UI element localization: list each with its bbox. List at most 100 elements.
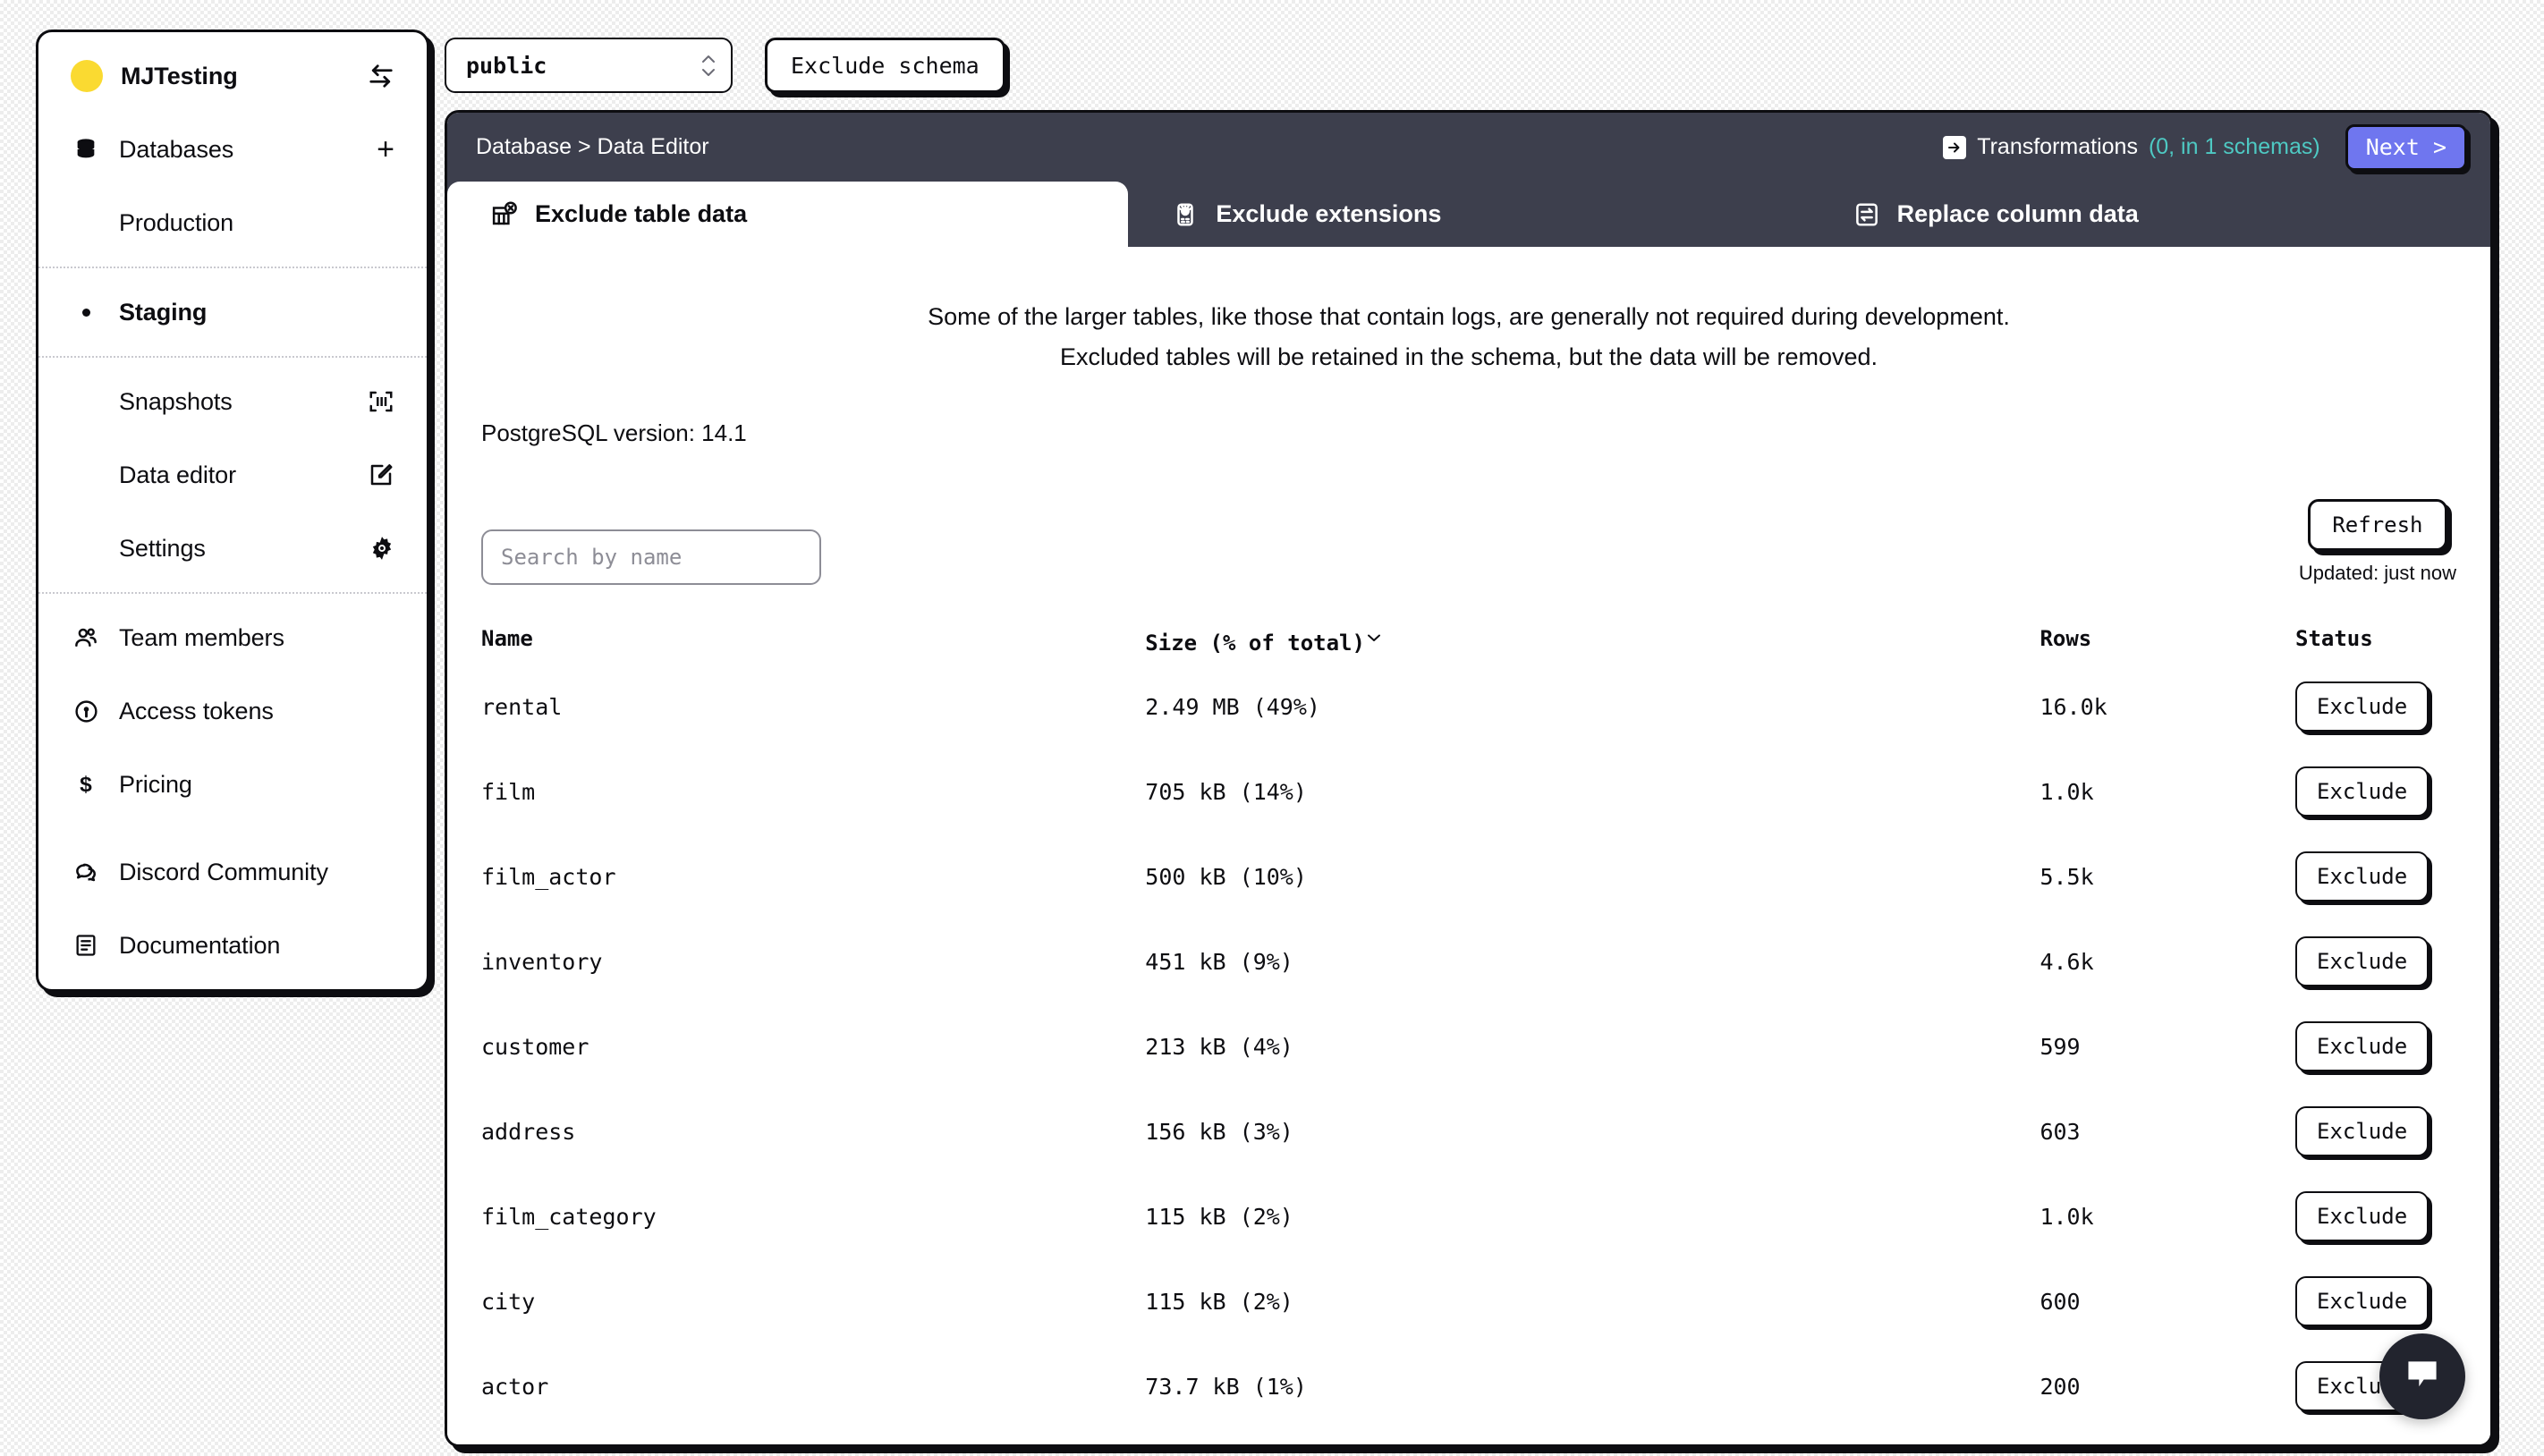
- users-icon: [71, 622, 101, 653]
- sidebar-item-label-settings: Settings: [119, 534, 206, 562]
- sidebar-item-label-team-members: Team members: [119, 623, 284, 651]
- key-circle-icon: [71, 696, 101, 726]
- top-toolbar: public Exclude schema: [445, 38, 1005, 93]
- column-header-status: Status: [2295, 626, 2373, 652]
- swap-icon: [1853, 200, 1881, 229]
- tables-list-head: Name Size (% of total) Rows Status: [481, 622, 2456, 665]
- chevron-updown-icon: [700, 55, 717, 77]
- cell-table-size: 2.49 MB (49%): [1145, 693, 1320, 720]
- sidebar-item-documentation[interactable]: Documentation: [38, 909, 427, 982]
- sidebar-item-label-staging: Staging: [119, 298, 208, 326]
- schema-select[interactable]: public: [445, 38, 733, 93]
- table-row: film_category 115 kB (2%) 1.0k Exclude: [481, 1174, 2456, 1259]
- main-panel: Database > Data Editor Transformations (…: [445, 110, 2493, 1447]
- cell-table-size: 500 kB (10%): [1145, 863, 1307, 890]
- cell-table-rows: 599: [2039, 1033, 2081, 1060]
- cell-table-rows: 603: [2039, 1118, 2081, 1145]
- breadcrumb: Database > Data Editor: [476, 134, 709, 159]
- exclude-button[interactable]: Exclude: [2295, 766, 2430, 817]
- tab-label-replace-column-data: Replace column data: [1896, 200, 2139, 227]
- exclude-button[interactable]: Exclude: [2295, 936, 2430, 987]
- table-row: film_actor 500 kB (10%) 5.5k Exclude: [481, 834, 2456, 919]
- table-row: city 115 kB (2%) 600 Exclude: [481, 1259, 2456, 1344]
- cell-table-status: Exclude: [2295, 665, 2456, 749]
- exclude-button[interactable]: Exclude: [2295, 681, 2430, 732]
- transformations-icon: [1943, 135, 1967, 159]
- sidebar-item-snapshots[interactable]: Snapshots: [38, 365, 427, 438]
- sidebar-item-label-discord-community: Discord Community: [119, 858, 328, 885]
- sidebar-item-label-databases: Databases: [119, 135, 234, 163]
- sidebar-item-data-editor[interactable]: Data editor: [38, 438, 427, 512]
- table-row: customer 213 kB (4%) 599 Exclude: [481, 1004, 2456, 1089]
- sidebar-item-settings[interactable]: Settings: [38, 512, 427, 585]
- transformations-count: (0, in 1 schemas): [2148, 134, 2320, 159]
- cell-table-size: 213 kB (4%): [1145, 1033, 1293, 1060]
- cell-table-size: 451 kB (9%): [1145, 948, 1293, 975]
- exclude-button[interactable]: Exclude: [2295, 1191, 2430, 1242]
- cell-table-rows: 4.6k: [2039, 948, 2094, 975]
- tab-exclude-table-data[interactable]: Exclude table data: [447, 182, 1129, 247]
- column-header-size[interactable]: Size (% of total): [1145, 622, 2039, 665]
- sidebar-staging-children: Snapshots Data editor Settings: [38, 358, 427, 592]
- chat-bubbles-icon: [71, 857, 101, 887]
- exclude-button[interactable]: Exclude: [2295, 1021, 2430, 1072]
- schema-select-value: public: [466, 52, 547, 79]
- cell-table-name: city: [481, 1288, 536, 1315]
- sidebar-item-staging[interactable]: Staging: [38, 275, 427, 349]
- panel-header-right: Transformations (0, in 1 schemas) Next >: [1943, 123, 2467, 171]
- chat-widget-button[interactable]: [2379, 1333, 2465, 1419]
- next-button[interactable]: Next >: [2345, 123, 2467, 171]
- database-icon: [71, 134, 101, 165]
- edit-square-icon: [368, 461, 394, 488]
- exclude-button[interactable]: Exclude: [2295, 1106, 2430, 1157]
- sidebar-staging-section: Staging: [38, 268, 427, 356]
- table-exclude-icon: [490, 200, 519, 229]
- sidebar-item-production[interactable]: Production: [38, 186, 427, 259]
- sidebar-item-pricing[interactable]: $ Pricing: [38, 748, 427, 821]
- tab-label-exclude-extensions: Exclude extensions: [1216, 200, 1442, 227]
- exclude-schema-button[interactable]: Exclude schema: [765, 38, 1005, 93]
- switch-arrows-icon[interactable]: [368, 63, 394, 89]
- sidebar-item-access-tokens[interactable]: Access tokens: [38, 674, 427, 748]
- sidebar-item-discord-community[interactable]: Discord Community: [38, 835, 427, 909]
- cell-table-size: 115 kB (2%): [1145, 1203, 1293, 1230]
- column-header-rows[interactable]: Rows: [2039, 622, 2295, 665]
- sidebar-item-label-documentation: Documentation: [119, 931, 281, 959]
- cell-table-rows: 1.0k: [2039, 1203, 2094, 1230]
- sidebar-item-label-data-editor: Data editor: [119, 461, 236, 488]
- table-row: film 705 kB (14%) 1.0k Exclude: [481, 749, 2456, 834]
- tab-replace-column-data[interactable]: Replace column data: [1810, 182, 2490, 247]
- transformations-link[interactable]: Transformations (0, in 1 schemas): [1943, 134, 2320, 160]
- sidebar-item-databases[interactable]: Databases +: [38, 113, 427, 186]
- cell-table-rows: 16.0k: [2039, 693, 2107, 720]
- refresh-area: Refresh Updated: just now: [2299, 499, 2456, 585]
- sidebar-account-section: Team members Access tokens $ Pricing: [38, 594, 427, 828]
- cell-table-name: address: [481, 1118, 576, 1145]
- sidebar: MJTesting Databases + Production Staging…: [36, 30, 429, 992]
- postgres-version: PostgreSQL version: 14.1: [481, 419, 747, 446]
- org-name: MJTesting: [121, 62, 238, 89]
- cell-table-name: inventory: [481, 948, 603, 975]
- org-avatar: [71, 60, 103, 92]
- tables-list-body: rental 2.49 MB (49%) 16.0k Exclude film 705 k…: [481, 665, 2456, 1429]
- column-header-size-label: Size (% of total): [1145, 630, 1365, 656]
- sidebar-item-label-production: Production: [119, 208, 234, 236]
- add-database-button[interactable]: +: [377, 134, 394, 165]
- cell-table-name: film_actor: [481, 863, 616, 890]
- document-icon: [71, 930, 101, 961]
- tab-exclude-extensions[interactable]: Exclude extensions: [1128, 182, 1809, 247]
- cell-table-name: rental: [481, 693, 563, 720]
- svg-text:$: $: [80, 773, 92, 797]
- table-row: rental 2.49 MB (49%) 16.0k Exclude: [481, 665, 2456, 749]
- intro-line-2: Excluded tables will be retained in the …: [1059, 343, 1878, 371]
- cell-table-name: customer: [481, 1033, 589, 1060]
- refresh-button[interactable]: Refresh: [2308, 499, 2447, 551]
- column-header-name[interactable]: Name: [481, 622, 1145, 665]
- exclude-button[interactable]: Exclude: [2295, 1276, 2430, 1327]
- cell-table-status: Exclude: [2295, 749, 2456, 834]
- exclude-button[interactable]: Exclude: [2295, 851, 2430, 902]
- sidebar-item-team-members[interactable]: Team members: [38, 601, 427, 674]
- cell-table-size: 115 kB (2%): [1145, 1288, 1293, 1315]
- search-input[interactable]: [481, 529, 821, 585]
- sidebar-org-row[interactable]: MJTesting: [38, 39, 427, 113]
